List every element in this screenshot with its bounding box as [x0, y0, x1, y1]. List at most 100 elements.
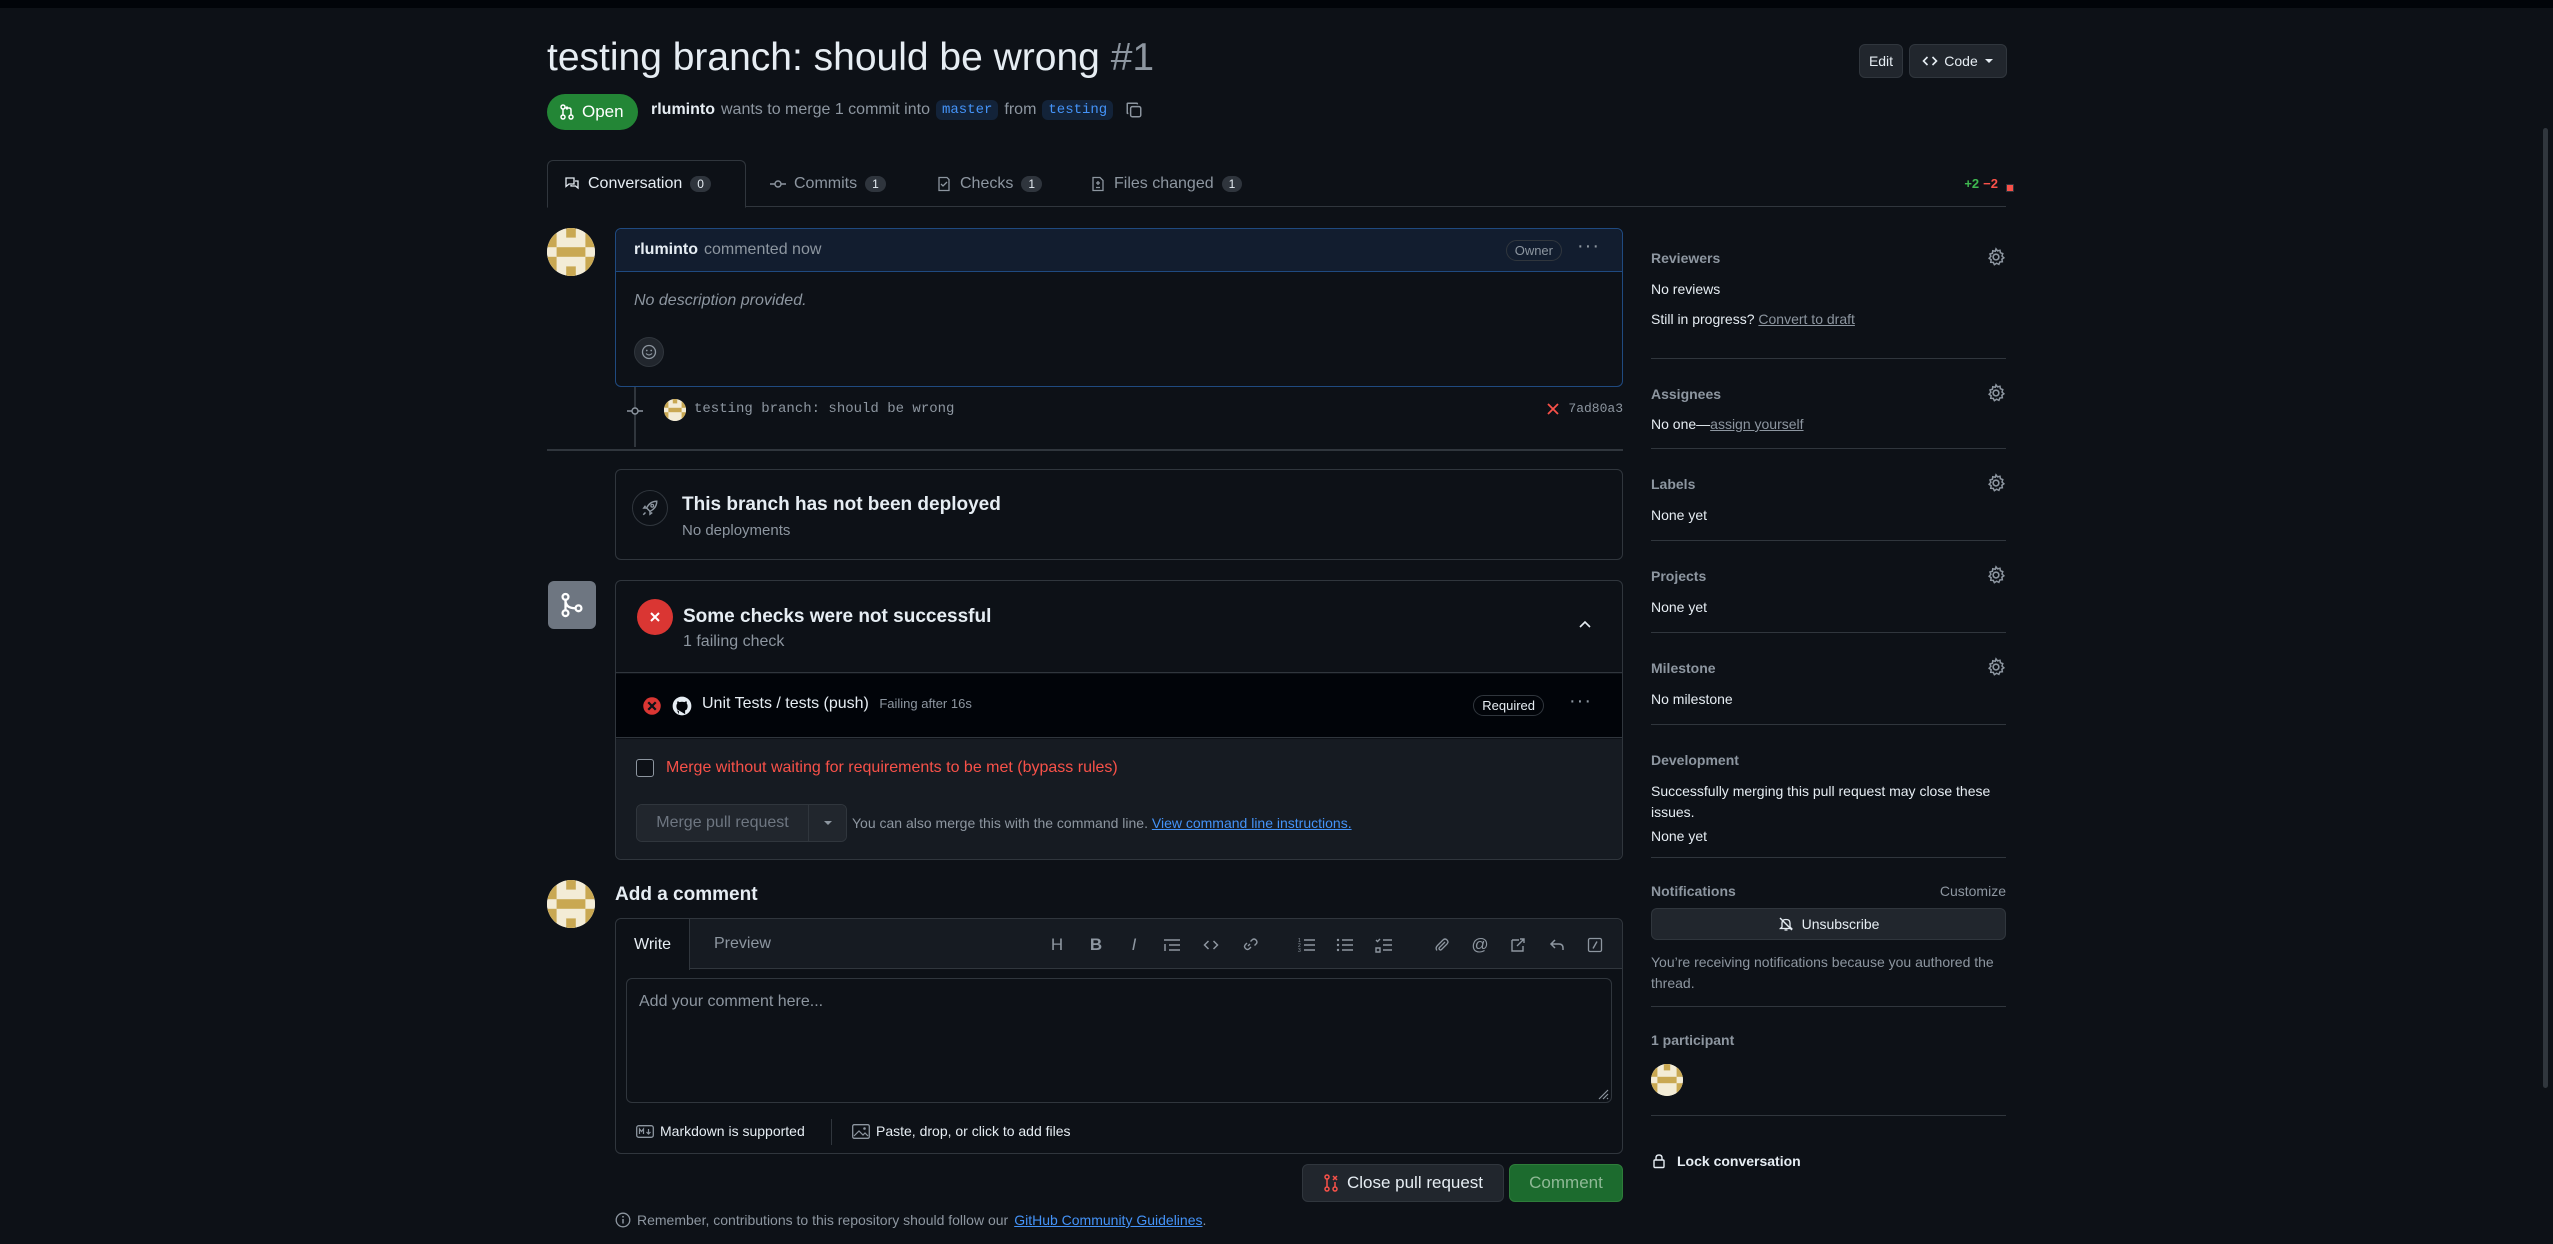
- code-button[interactable]: Code: [1909, 44, 2007, 78]
- check-options-icon[interactable]: ···: [1569, 690, 1592, 713]
- unordered-list-icon[interactable]: [1334, 934, 1356, 956]
- gear-icon[interactable]: [1986, 383, 2006, 403]
- checks-subtitle: 1 failing check: [683, 633, 785, 650]
- guidelines-end: .: [1202, 1212, 1207, 1228]
- code-icon[interactable]: [1200, 934, 1222, 956]
- check-name[interactable]: Unit Tests / tests (push) Failing after …: [702, 695, 972, 713]
- projects-title[interactable]: Projects: [1651, 568, 1706, 584]
- comment-author[interactable]: rluminto: [634, 241, 698, 259]
- x-icon[interactable]: [1546, 402, 1560, 416]
- customize-link[interactable]: Customize: [1940, 883, 2006, 899]
- tab-checks-label: Checks: [960, 174, 1014, 192]
- pr-title: testing branch: should be wrong: [547, 36, 1100, 79]
- sidebar-development: Development Successfully merging this pu…: [1651, 725, 2006, 858]
- development-value: None yet: [1651, 828, 1708, 844]
- comment-button[interactable]: Comment: [1509, 1164, 1623, 1202]
- slash-commands-icon[interactable]: [1584, 934, 1606, 956]
- merge-method-dropdown[interactable]: [808, 805, 846, 841]
- avatar[interactable]: [664, 399, 686, 421]
- scrollbar-thumb[interactable]: [2543, 128, 2548, 1088]
- development-description: Successfully merging this pull request m…: [1651, 783, 1991, 820]
- tab-conversation[interactable]: Conversation 0: [547, 160, 746, 208]
- commit-sha-link[interactable]: 7ad80a3: [1568, 401, 1623, 416]
- cli-instructions-link[interactable]: View command line instructions.: [1152, 815, 1352, 831]
- diffstat-additions: +2: [1964, 176, 1980, 191]
- close-pull-request-button[interactable]: Close pull request: [1302, 1164, 1504, 1202]
- head-branch[interactable]: testing: [1042, 100, 1114, 120]
- checks-summary[interactable]: Some checks were not successful 1 failin…: [616, 581, 1622, 673]
- assignees-value: No one—assign yourself: [1651, 416, 1804, 432]
- quote-icon[interactable]: [1161, 934, 1183, 956]
- bold-icon[interactable]: B: [1085, 934, 1107, 956]
- bypass-checkbox[interactable]: [636, 759, 654, 777]
- sidebar-labels: Labels None yet: [1651, 449, 2006, 541]
- avatar[interactable]: [1651, 1064, 1683, 1096]
- markdown-icon: [636, 1124, 654, 1138]
- file-diff-icon: [1090, 176, 1106, 192]
- code-icon: [1922, 53, 1938, 69]
- tab-write[interactable]: Write: [616, 919, 691, 970]
- tab-checks[interactable]: Checks 1: [920, 160, 1058, 207]
- tab-files-changed[interactable]: Files changed 1: [1074, 160, 1258, 207]
- lock-conversation-button[interactable]: Lock conversation: [1651, 1153, 1801, 1169]
- edit-button[interactable]: Edit: [1859, 44, 1903, 78]
- git-pull-request-closed-icon: [1323, 1174, 1339, 1192]
- comment-textarea[interactable]: Add your comment here...: [626, 978, 1612, 1103]
- task-list-icon[interactable]: [1373, 934, 1395, 956]
- link-icon[interactable]: [1238, 934, 1260, 956]
- tab-commits[interactable]: Commits 1: [754, 160, 902, 207]
- gear-icon[interactable]: [1986, 473, 2006, 493]
- github-icon: [672, 696, 692, 716]
- author-link[interactable]: rluminto: [651, 101, 715, 119]
- merge-pull-request-button[interactable]: Merge pull request: [637, 805, 808, 841]
- comment-timestamp[interactable]: commented now: [704, 241, 821, 259]
- mention-icon[interactable]: @: [1469, 934, 1491, 956]
- comment-options-icon[interactable]: ···: [1577, 235, 1600, 258]
- attach-files-button[interactable]: Paste, drop, or click to add files: [852, 1123, 1071, 1139]
- merge-controls: Merge without waiting for requirements t…: [616, 739, 1622, 859]
- gear-icon[interactable]: [1986, 247, 2006, 267]
- comment-editor: Write Preview H B I 123 @ Add your comme…: [615, 918, 1623, 1154]
- unsubscribe-button[interactable]: Unsubscribe: [1651, 908, 2006, 940]
- svg-text:3: 3: [1298, 948, 1301, 953]
- tab-preview[interactable]: Preview: [696, 919, 789, 969]
- tab-commits-label: Commits: [794, 174, 858, 192]
- guidelines-note: Remember, contributions to this reposito…: [615, 1212, 1206, 1228]
- progress-text: Still in progress?: [1651, 311, 1755, 327]
- bypass-label[interactable]: Merge without waiting for requirements t…: [666, 759, 1118, 777]
- rocket-icon: [632, 490, 668, 526]
- add-comment-heading: Add a comment: [615, 884, 758, 905]
- avatar[interactable]: [547, 228, 595, 276]
- sidebar-notifications: Notifications Customize Unsubscribe You’…: [1651, 858, 2006, 1007]
- italic-icon[interactable]: I: [1123, 934, 1145, 956]
- gear-icon[interactable]: [1986, 565, 2006, 585]
- milestone-title[interactable]: Milestone: [1651, 660, 1716, 676]
- copy-icon[interactable]: [1125, 101, 1143, 119]
- base-branch[interactable]: master: [935, 100, 999, 120]
- markdown-supported-link[interactable]: Markdown is supported: [636, 1123, 805, 1139]
- convert-to-draft-link[interactable]: Convert to draft: [1758, 311, 1855, 327]
- bypass-checkbox-row[interactable]: Merge without waiting for requirements t…: [636, 759, 1118, 777]
- reviewers-title[interactable]: Reviewers: [1651, 250, 1720, 266]
- add-reaction-button[interactable]: [634, 337, 664, 367]
- heading-icon[interactable]: H: [1046, 934, 1068, 956]
- assignees-title[interactable]: Assignees: [1651, 386, 1721, 402]
- assign-yourself-link[interactable]: assign yourself: [1710, 416, 1803, 432]
- community-guidelines-link[interactable]: GitHub Community Guidelines: [1014, 1212, 1202, 1228]
- resize-handle-icon[interactable]: [1595, 1086, 1609, 1100]
- chevron-up-icon[interactable]: [1578, 617, 1592, 631]
- ordered-list-icon[interactable]: 123: [1296, 934, 1318, 956]
- check-item[interactable]: Unit Tests / tests (push) Failing after …: [616, 674, 1622, 738]
- footer-divider: [831, 1119, 832, 1145]
- notifications-reason: You’re receiving notifications because y…: [1651, 954, 1994, 991]
- avatar[interactable]: [547, 880, 595, 928]
- paperclip-icon[interactable]: [1431, 934, 1453, 956]
- reply-icon[interactable]: [1546, 934, 1568, 956]
- labels-title[interactable]: Labels: [1651, 476, 1695, 492]
- commit-message[interactable]: testing branch: should be wrong: [694, 401, 954, 417]
- cross-reference-icon[interactable]: [1507, 934, 1529, 956]
- close-pull-request-label: Close pull request: [1346, 1173, 1484, 1192]
- commit-icon: [627, 403, 643, 419]
- scrollbar[interactable]: [2539, 8, 2553, 1244]
- gear-icon[interactable]: [1986, 657, 2006, 677]
